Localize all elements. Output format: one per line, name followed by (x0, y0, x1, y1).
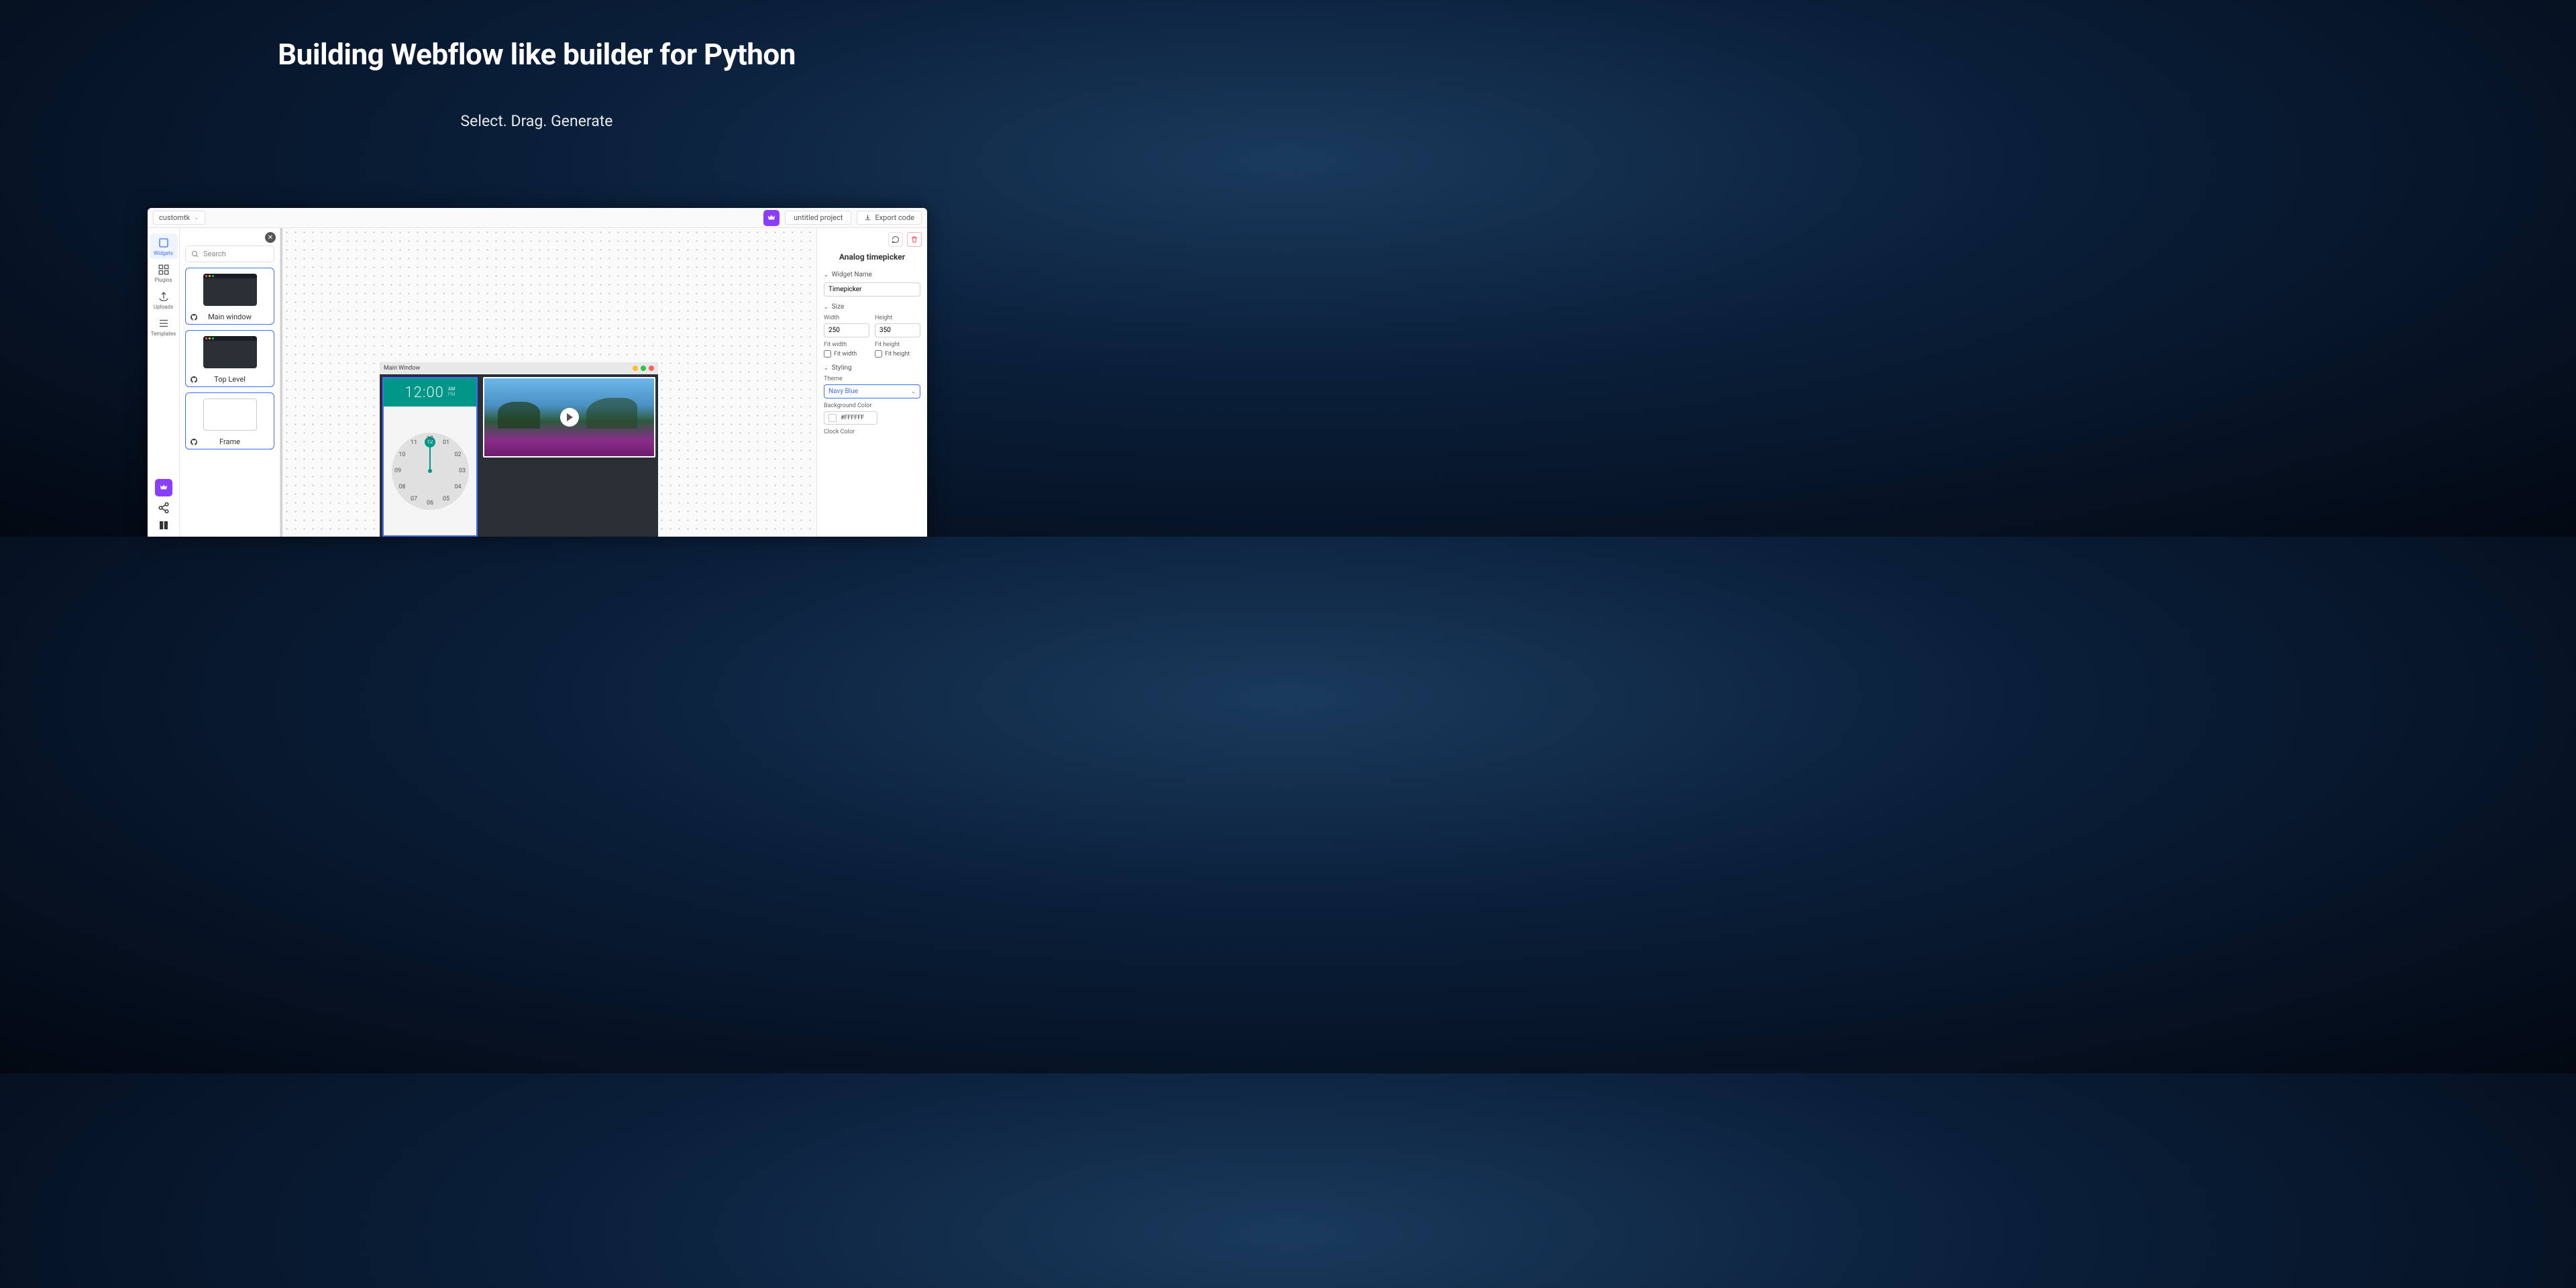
widget-label: Main window (208, 313, 252, 321)
sidebar-label: Plugins (154, 277, 172, 283)
docs-icon[interactable] (158, 519, 170, 531)
height-input[interactable] (875, 323, 920, 337)
export-label: Export code (875, 213, 914, 222)
premium-icon[interactable] (763, 210, 780, 226)
project-name[interactable]: untitled project (785, 211, 851, 225)
sidebar-item-uploads[interactable]: Uploads (150, 287, 178, 313)
clock-number[interactable]: 06 (427, 500, 433, 506)
bg-color-label: Background Color (824, 402, 920, 409)
color-swatch (828, 414, 837, 422)
section-widget-name[interactable]: ⌄Widget Name (824, 271, 920, 278)
search-input[interactable]: Search (185, 246, 274, 262)
widget-preview (203, 398, 257, 431)
templates-icon (158, 317, 170, 329)
section-styling[interactable]: ⌄Styling (824, 364, 920, 372)
theme-select[interactable]: Navy Blue ⌄ (824, 384, 920, 398)
clock-number[interactable]: 07 (411, 496, 417, 502)
delete-button[interactable] (907, 232, 922, 247)
panel-title: Analog timepicker (824, 252, 920, 262)
pm-label[interactable]: PM (448, 392, 455, 398)
export-code-button[interactable]: Export code (857, 211, 922, 225)
fit-height-checkbox[interactable]: Fit height (875, 350, 920, 358)
widget-card-main-window[interactable]: Main window (185, 268, 274, 325)
search-placeholder: Search (203, 250, 226, 258)
chevron-down-icon: ⌄ (824, 304, 828, 310)
github-icon[interactable] (190, 313, 198, 321)
timepicker-header: 12:00 AM PM (384, 378, 476, 407)
widgets-panel: ✕ Search Main window Top Level F (180, 228, 280, 537)
window-title: Main Window (384, 365, 420, 372)
video-widget[interactable] (483, 377, 655, 458)
framework-select[interactable]: customtk ⌄ (153, 211, 205, 225)
upload-icon (158, 290, 170, 303)
premium-sidebar-icon[interactable] (155, 479, 172, 496)
clock-color-label: Clock Color (824, 429, 920, 435)
properties-panel: Analog timepicker ⌄Widget Name ⌄Size Wid… (816, 228, 927, 537)
share-icon[interactable] (158, 502, 170, 514)
clock-number[interactable]: 01 (443, 439, 449, 446)
canvas[interactable]: Main Window 12:00 AM PM (280, 228, 816, 537)
sidebar-item-widgets[interactable]: Widgets (150, 233, 178, 259)
search-icon (191, 250, 199, 258)
clock-face[interactable]: 12 120102030405060708091011 (392, 433, 469, 510)
timepicker-widget[interactable]: 12:00 AM PM 12 120102030405060708 (382, 377, 478, 537)
clock-number[interactable]: 12 (427, 435, 433, 442)
time-display: 12:00 (405, 384, 443, 401)
traffic-lights (633, 366, 654, 371)
canvas-main-window[interactable]: Main Window 12:00 AM PM (380, 362, 658, 537)
hero-title: Building Webflow like builder for Python (0, 37, 1073, 72)
left-sidebar: Widgets Plugins Uploads Templates (148, 228, 180, 537)
clock-number[interactable]: 02 (455, 451, 462, 458)
fit-width-label: Fit width (824, 341, 869, 348)
chevron-down-icon: ⌄ (194, 215, 199, 221)
clock-number[interactable]: 03 (459, 468, 466, 474)
widget-card-top-level[interactable]: Top Level (185, 330, 274, 387)
clock-number[interactable]: 11 (411, 439, 417, 446)
hero-subtitle: Select. Drag. Generate (0, 112, 1073, 130)
play-button[interactable] (560, 408, 579, 427)
fit-width-checkbox[interactable]: Fit width (824, 350, 869, 358)
widget-preview (203, 336, 257, 368)
sidebar-item-templates[interactable]: Templates (150, 314, 178, 339)
widget-card-frame[interactable]: Frame (185, 392, 274, 449)
clock-number[interactable]: 09 (394, 468, 401, 474)
undo-button[interactable] (888, 232, 903, 247)
section-size[interactable]: ⌄Size (824, 303, 920, 311)
sidebar-label: Uploads (154, 304, 173, 310)
sidebar-label: Widgets (154, 250, 173, 256)
clock-number[interactable]: 05 (443, 496, 449, 502)
fit-height-label: Fit height (875, 341, 920, 348)
app-window: customtk ⌄ untitled project Export code … (148, 208, 927, 537)
clock-number[interactable]: 08 (398, 484, 405, 490)
chevron-down-icon: ⌄ (824, 272, 828, 278)
widget-preview (203, 274, 257, 306)
height-label: Height (875, 315, 920, 321)
chevron-down-icon: ⌄ (824, 365, 828, 371)
width-label: Width (824, 315, 869, 321)
topbar: customtk ⌄ untitled project Export code (148, 208, 927, 228)
bg-color-input[interactable]: #FFFFFF (824, 411, 877, 425)
download-icon (864, 214, 871, 221)
sidebar-item-plugins[interactable]: Plugins (150, 260, 178, 286)
clock-number[interactable]: 04 (455, 484, 462, 490)
width-input[interactable] (824, 323, 869, 337)
plugins-icon (158, 264, 170, 276)
github-icon[interactable] (190, 376, 198, 384)
theme-label: Theme (824, 376, 920, 382)
window-titlebar: Main Window (380, 362, 658, 374)
clock-number[interactable]: 10 (398, 451, 405, 458)
sidebar-label: Templates (151, 331, 176, 337)
github-icon[interactable] (190, 438, 198, 446)
widget-name-input[interactable] (824, 282, 920, 297)
widget-label: Frame (219, 437, 240, 446)
widget-label: Top Level (214, 375, 246, 384)
chevron-down-icon: ⌄ (911, 388, 916, 394)
widget-icon (158, 237, 170, 249)
clock-center (428, 469, 432, 473)
close-panel-button[interactable]: ✕ (265, 232, 276, 243)
framework-label: customtk (159, 213, 190, 222)
